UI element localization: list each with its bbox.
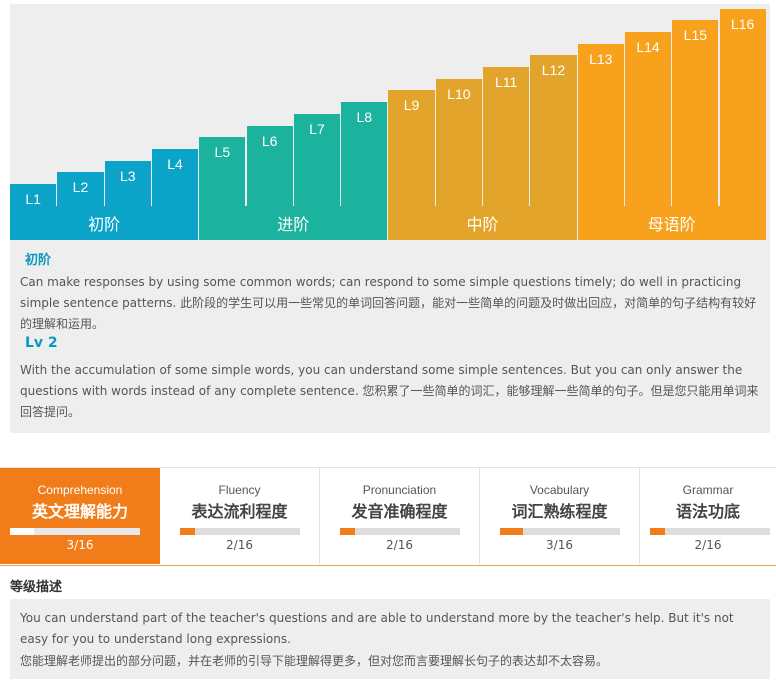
level-label: L16 <box>730 15 755 32</box>
level-label: L6 <box>261 132 278 149</box>
tab-score: 3/16 <box>546 538 573 552</box>
tab-vocabulary[interactable]: Vocabulary 词汇熟练程度 3/16 <box>480 468 640 564</box>
level-label: L15 <box>683 27 708 44</box>
level-label: L12 <box>541 62 566 79</box>
stage-band-4[interactable]: 母语阶 <box>577 206 766 240</box>
level-description-box: You can understand part of the teacher's… <box>10 599 770 679</box>
stage-label: 母语阶 <box>647 215 696 234</box>
tab-comprehension[interactable]: Comprehension 英文理解能力 3/16 <box>0 468 160 564</box>
stage-description-text: Can make responses by using some common … <box>20 275 757 331</box>
tab-progress-bar <box>340 528 460 535</box>
level-step-12[interactable]: L12 <box>530 55 577 212</box>
tab-chinese-label: 表达流利程度 <box>191 502 288 521</box>
level-label: L13 <box>589 50 613 67</box>
level-step-13[interactable]: L13 <box>577 43 624 212</box>
level-step-10[interactable]: L10 <box>435 78 482 212</box>
level-description-text: With the accumulation of some simple wor… <box>20 363 759 419</box>
level-label: L1 <box>25 191 41 207</box>
level-step-6[interactable]: L6 <box>246 125 293 212</box>
level-description-english: You can understand part of the teacher's… <box>20 611 734 646</box>
level-label: L2 <box>72 179 89 196</box>
stage-label: 初阶 <box>88 215 121 234</box>
stage-description-panel: 初阶 Can make responses by using some comm… <box>10 240 770 433</box>
level-step-11[interactable]: L11 <box>483 67 530 212</box>
tab-english-label: Pronunciation <box>362 483 437 497</box>
level-label: L8 <box>356 109 373 126</box>
tab-score: 2/16 <box>694 538 722 552</box>
tab-score: 2/16 <box>386 538 413 552</box>
tab-english-label: Grammar <box>682 483 734 497</box>
tab-progress-fill <box>10 528 34 535</box>
level-step-16[interactable]: L16 <box>719 8 766 212</box>
level-label: L4 <box>167 155 183 172</box>
tab-chinese-label: 发音准确程度 <box>351 502 448 521</box>
tab-fluency[interactable]: Fluency 表达流利程度 2/16 <box>160 468 320 564</box>
level-step-3[interactable]: L3 <box>104 160 151 212</box>
tab-chinese-label: 英文理解能力 <box>31 502 128 521</box>
tab-grammar[interactable]: Grammar 语法功底 2/16 <box>640 468 776 564</box>
stage-band-1[interactable]: 初阶 <box>10 206 199 240</box>
level-label: L7 <box>309 120 325 137</box>
tab-chinese-label: 语法功底 <box>675 502 740 521</box>
stage-label: 中阶 <box>466 215 499 234</box>
tab-progress-fill <box>500 528 523 535</box>
stage-band-3[interactable]: 中阶 <box>388 206 577 240</box>
level-step-8[interactable]: L8 <box>341 102 388 212</box>
level-step-15[interactable]: L15 <box>672 20 719 212</box>
level-label: L10 <box>447 85 471 102</box>
level-description-title: 等级描述 <box>10 580 63 595</box>
tab-english-label: Comprehension <box>37 483 123 497</box>
tab-progress-fill <box>650 528 665 535</box>
tab-progress-bar <box>10 528 140 535</box>
level-label: L5 <box>214 144 231 161</box>
tab-english-label: Fluency <box>218 483 261 497</box>
stage-name: 初阶 <box>25 253 52 268</box>
stage-label: 进阶 <box>277 215 310 234</box>
level-step-4[interactable]: L4 <box>151 148 199 212</box>
stage-band-2[interactable]: 进阶 <box>199 206 388 240</box>
level-label: L3 <box>119 167 136 184</box>
tab-score: 3/16 <box>66 538 94 552</box>
tab-progress-fill <box>340 528 355 535</box>
level-step-9[interactable]: L9 <box>388 90 435 212</box>
level-label: L11 <box>494 74 518 90</box>
level-label: L9 <box>403 97 420 114</box>
level-staircase: L1 L2 L3 L4 L5 L6 L7 L8 L9 L10 L11 L12 L13 L14 L15 L16 初… <box>10 4 770 250</box>
level-step-14[interactable]: L14 <box>624 31 672 212</box>
skill-tabs: Comprehension 英文理解能力 3/16 Fluency 表达流利程度 2/16… <box>0 467 776 566</box>
tab-progress-bar <box>500 528 620 535</box>
level-step-7[interactable]: L7 <box>293 113 341 212</box>
tab-progress-bar <box>180 528 300 535</box>
tab-progress-bar <box>650 528 770 535</box>
tab-progress-fill <box>180 528 195 535</box>
level-description-chinese: 您能理解老师提出的部分问题，并在老师的引导下能理解得更多，但对您而言要理解长句子… <box>20 654 609 668</box>
tab-pronunciation[interactable]: Pronunciation 发音准确程度 2/16 <box>320 468 480 564</box>
tab-english-label: Vocabulary <box>529 483 590 497</box>
level-step-5[interactable]: L5 <box>199 137 246 212</box>
level-label: L14 <box>636 38 660 55</box>
tab-chinese-label: 词汇熟练程度 <box>511 502 608 521</box>
tab-score: 2/16 <box>226 538 253 552</box>
level-name: Lv 2 <box>25 335 58 351</box>
